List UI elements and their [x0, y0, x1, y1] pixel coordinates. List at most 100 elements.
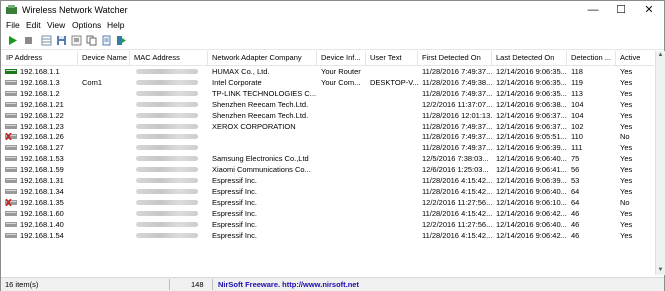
cell-user-text	[366, 219, 418, 230]
cell-device-info	[317, 131, 366, 142]
properties-icon[interactable]	[71, 35, 82, 46]
status-bar: 16 item(s) 148 NirSoft Freeware. http://…	[1, 277, 664, 291]
table-row[interactable]: 192.168.1.34 Espressif Inc. 11/28/2016 4:1…	[2, 186, 654, 197]
menu-edit[interactable]: Edit	[26, 20, 41, 30]
column-mac-address[interactable]: MAC Address	[130, 51, 208, 65]
table-row[interactable]: 192.168.1.1 HUMAX Co., Ltd. Your Router 11/…	[2, 66, 654, 77]
report-icon[interactable]	[101, 35, 112, 46]
cell-ip-address: 192.168.1.35	[2, 197, 78, 208]
cell-user-text	[366, 121, 418, 132]
table-row[interactable]: 192.168.1.31 Espressif Inc. 11/28/2016 4:1…	[2, 175, 654, 186]
column-active[interactable]: Active	[616, 51, 654, 65]
table-row[interactable]: 192.168.1.54 Espressif Inc. 11/28/2016 4:1…	[2, 230, 654, 241]
table-row[interactable]: 192.168.1.23 XEROX CORPORATION 11/28/2016 …	[2, 121, 654, 132]
cell-ip-address: 192.168.1.21	[2, 99, 78, 110]
window-title: Wireless Network Watcher	[22, 5, 128, 15]
cell-active: Yes	[620, 230, 633, 240]
cell-active: Yes	[620, 88, 633, 98]
cell-device-name	[78, 153, 130, 164]
scroll-down-icon[interactable]: ▼	[656, 266, 665, 275]
cell-first-detected: 11/28/2016 4:15:42...	[422, 230, 492, 240]
cell-active: Yes	[620, 208, 633, 218]
column-user-text[interactable]: User Text	[366, 51, 418, 65]
cell-ip-address: 192.168.1.1	[2, 66, 78, 77]
cell-last-detected: 12/14/2016 9:06:10...	[496, 197, 567, 207]
vertical-scrollbar[interactable]: ▲ ▼	[655, 51, 665, 275]
redacted-mac-address	[136, 178, 198, 183]
cell-adapter-company: Espressif Inc.	[212, 176, 258, 185]
cell-device-info: Your Com...	[321, 77, 361, 87]
cell-first-detected: 11/28/2016 7:49:37...	[422, 143, 492, 153]
device-icon	[5, 178, 17, 183]
cell-user-text	[366, 175, 418, 186]
column-device-name[interactable]: Device Name	[78, 51, 130, 65]
table-row[interactable]: 192.168.1.59 Xiaomi Communications Co... 1…	[2, 164, 654, 175]
cell-last-detected: 12/14/2016 9:06:42...	[496, 230, 567, 240]
cell-detection-count: 46	[571, 208, 580, 218]
menu-view[interactable]: View	[47, 20, 65, 30]
start-scan-icon[interactable]	[7, 35, 18, 46]
table-row[interactable]: 192.168.1.27 11/28/2016 7:49:37... 12/14/2…	[2, 142, 654, 153]
cell-active: Yes	[620, 176, 633, 185]
cell-user-text	[366, 186, 418, 197]
column-ip-address[interactable]: IP Address	[2, 51, 78, 65]
cell-device-info	[317, 164, 366, 175]
table-row[interactable]: 192.168.1.26 11/28/2016 7:49:37... 12/14/2…	[2, 131, 654, 142]
menu-file[interactable]: File	[6, 20, 20, 30]
cell-device-name: Com1	[82, 77, 103, 87]
nirsoft-link[interactable]: NirSoft Freeware. http://www.nirsoft.net	[218, 279, 359, 290]
toolbar	[1, 33, 664, 50]
cell-user-text: DESKTOP-V...	[370, 77, 418, 87]
table-row[interactable]: 192.168.1.21 Shenzhen Reecam Tech.Ltd. 12/…	[2, 99, 654, 110]
cell-last-detected: 12/14/2016 9:06:35...	[496, 77, 567, 87]
cell-active: No	[620, 197, 630, 207]
table-row[interactable]: 192.168.1.60 Espressif Inc. 11/28/2016 4:1…	[2, 208, 654, 219]
grid-icon[interactable]	[41, 35, 52, 46]
cell-device-info	[317, 121, 366, 132]
menu-options[interactable]: Options	[72, 20, 101, 30]
cell-active: Yes	[620, 67, 633, 76]
table-row[interactable]: 192.168.1.35 Espressif Inc. 12/2/2016 11:2…	[2, 197, 654, 208]
cell-mac-address	[130, 197, 208, 208]
column-detection-count[interactable]: Detection ...	[567, 51, 616, 65]
menu-help[interactable]: Help	[107, 20, 124, 30]
cell-detection-count: 102	[571, 121, 584, 131]
cell-detection-count: 113	[571, 88, 583, 98]
redacted-mac-address	[136, 145, 198, 151]
cell-detection-count: 64	[571, 186, 580, 196]
cell-detection-count: 53	[571, 176, 580, 185]
cell-last-detected: 12/14/2016 9:06:40...	[496, 154, 567, 164]
column-last-detected[interactable]: Last Detected On	[492, 51, 567, 65]
device-icon	[5, 145, 17, 151]
stop-scan-icon[interactable]	[23, 35, 34, 46]
cell-adapter-company: XEROX CORPORATION	[212, 121, 296, 131]
column-device-info[interactable]: Device Inf...	[317, 51, 366, 65]
cell-adapter-company: TP-LINK TECHNOLOGIES C...	[212, 88, 317, 98]
save-icon[interactable]	[56, 35, 67, 46]
table-row[interactable]: 192.168.1.53 Samsung Electronics Co.,Ltd 1…	[2, 153, 654, 164]
table-row[interactable]: 192.168.1.3 Com1 Intel Corporate Your Com..…	[2, 77, 654, 88]
close-button[interactable]: ✕	[635, 1, 663, 19]
column-first-detected[interactable]: First Detected On	[418, 51, 492, 65]
minimize-button[interactable]: —	[579, 1, 607, 19]
copy-icon[interactable]	[86, 35, 97, 46]
cell-device-name	[78, 197, 130, 208]
table-row[interactable]: 192.168.1.22 Shenzhen Reecam Tech.Ltd. 11/…	[2, 110, 654, 121]
cell-active: Yes	[620, 99, 633, 109]
cell-adapter-company: Shenzhen Reecam Tech.Ltd.	[212, 99, 309, 109]
device-list[interactable]: IP Address Device Name MAC Address Netwo…	[2, 51, 654, 275]
cell-first-detected: 11/28/2016 4:15:42...	[422, 176, 492, 185]
scroll-up-icon[interactable]: ▲	[656, 51, 665, 60]
status-item-count: 16 item(s)	[5, 280, 39, 289]
column-adapter-company[interactable]: Network Adapter Company	[208, 51, 317, 65]
cell-ip-address: 192.168.1.53	[2, 153, 78, 164]
title-bar[interactable]: Wireless Network Watcher — ☐ ✕	[1, 1, 664, 19]
maximize-button[interactable]: ☐	[607, 1, 635, 19]
device-icon	[5, 112, 17, 118]
table-row[interactable]: 192.168.1.40 Espressif Inc. 12/2/2016 11:2…	[2, 219, 654, 230]
table-row[interactable]: 192.168.1.2 TP-LINK TECHNOLOGIES C... 11/2…	[2, 88, 654, 99]
cell-device-name	[78, 164, 130, 175]
cell-mac-address	[130, 121, 208, 132]
column-header-row: IP Address Device Name MAC Address Netwo…	[2, 51, 654, 66]
exit-icon[interactable]	[116, 35, 127, 46]
